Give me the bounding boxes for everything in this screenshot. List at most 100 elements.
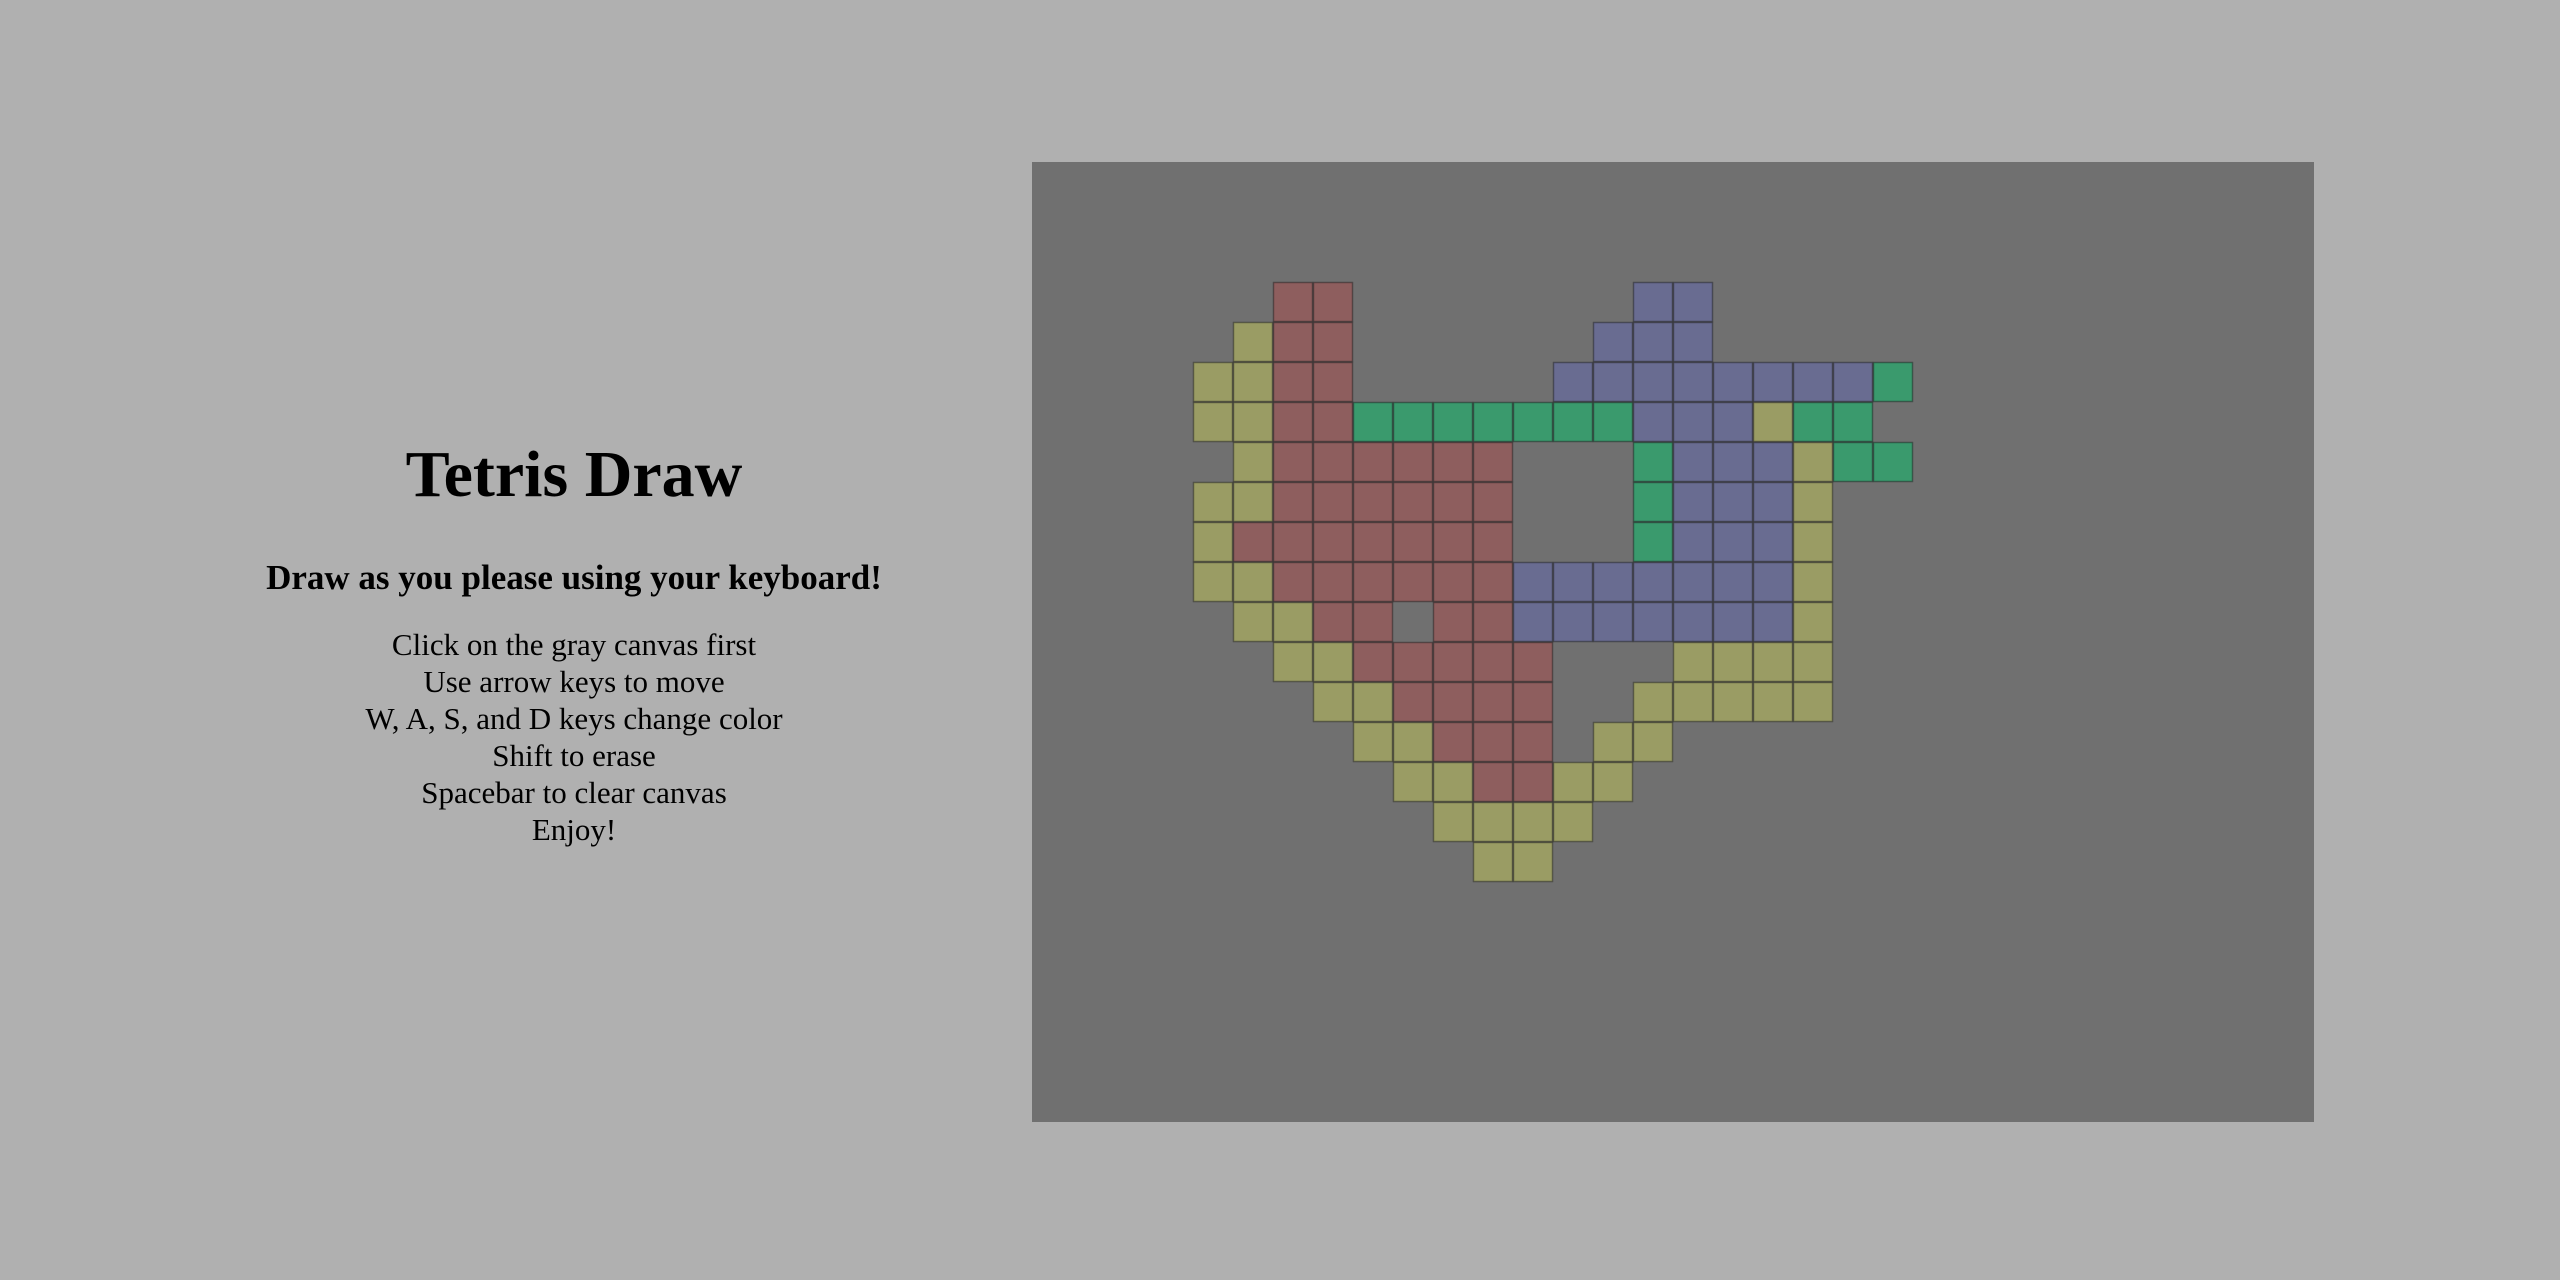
blue-cell — [1752, 481, 1794, 523]
olive-cell — [1752, 641, 1794, 683]
olive-cell — [1352, 721, 1394, 763]
olive-cell — [1632, 721, 1674, 763]
instruction-list: Click on the gray canvas first Use arrow… — [174, 626, 974, 848]
red-cell — [1312, 441, 1354, 483]
red-cell — [1352, 441, 1394, 483]
red-cell — [1272, 321, 1314, 363]
red-cell — [1352, 641, 1394, 683]
red-cell — [1432, 441, 1474, 483]
red-cell — [1272, 521, 1314, 563]
olive-cell — [1512, 801, 1554, 843]
olive-cell — [1552, 761, 1594, 803]
olive-cell — [1232, 441, 1274, 483]
red-cell — [1392, 681, 1434, 723]
green-cell — [1392, 401, 1434, 443]
olive-cell — [1792, 601, 1834, 643]
page-title: Tetris Draw — [405, 438, 743, 511]
red-cell — [1272, 441, 1314, 483]
blue-cell — [1632, 601, 1674, 643]
olive-cell — [1752, 401, 1794, 443]
red-cell — [1472, 601, 1514, 643]
instruction-line: Use arrow keys to move — [423, 664, 725, 699]
instruction-line: Click on the gray canvas first — [391, 627, 757, 662]
olive-cell — [1432, 761, 1474, 803]
olive-cell — [1792, 521, 1834, 563]
red-cell — [1472, 641, 1514, 683]
olive-cell — [1672, 681, 1714, 723]
olive-cell — [1192, 561, 1234, 603]
olive-cell — [1592, 721, 1634, 763]
olive-cell — [1192, 481, 1234, 523]
olive-cell — [1192, 361, 1234, 403]
red-cell — [1272, 481, 1314, 523]
red-cell — [1432, 601, 1474, 643]
green-cell — [1632, 441, 1674, 483]
red-cell — [1352, 481, 1394, 523]
blue-cell — [1592, 601, 1634, 643]
olive-cell — [1472, 801, 1514, 843]
blue-cell — [1512, 601, 1554, 643]
green-cell — [1352, 401, 1394, 443]
instruction-line: W, A, S, and D keys change color — [365, 701, 783, 736]
olive-cell — [1792, 681, 1834, 723]
blue-cell — [1752, 561, 1794, 603]
instruction-line: Enjoy! — [531, 812, 617, 847]
blue-cell — [1672, 601, 1714, 643]
blue-cell — [1672, 441, 1714, 483]
green-cell — [1512, 401, 1554, 443]
blue-cell — [1672, 561, 1714, 603]
blue-cell — [1712, 441, 1754, 483]
olive-cell — [1792, 641, 1834, 683]
red-cell — [1512, 761, 1554, 803]
red-cell — [1472, 441, 1514, 483]
blue-cell — [1672, 521, 1714, 563]
olive-cell — [1472, 841, 1514, 883]
blue-cell — [1552, 601, 1594, 643]
green-cell — [1792, 401, 1834, 443]
red-cell — [1472, 721, 1514, 763]
red-cell — [1272, 281, 1314, 323]
olive-cell — [1232, 561, 1274, 603]
blue-cell — [1712, 561, 1754, 603]
red-cell — [1432, 481, 1474, 523]
blue-cell — [1672, 481, 1714, 523]
olive-cell — [1312, 641, 1354, 683]
red-cell — [1512, 641, 1554, 683]
olive-cell — [1192, 401, 1234, 443]
red-cell — [1392, 481, 1434, 523]
red-cell — [1472, 681, 1514, 723]
page-subtitle: Draw as you please using your keyboard! — [266, 558, 882, 597]
red-cell — [1352, 561, 1394, 603]
green-cell — [1872, 441, 1914, 483]
blue-cell — [1632, 321, 1674, 363]
olive-cell — [1752, 681, 1794, 723]
olive-cell — [1312, 681, 1354, 723]
red-cell — [1392, 641, 1434, 683]
blue-cell — [1592, 321, 1634, 363]
blue-cell — [1592, 361, 1634, 403]
olive-cell — [1712, 681, 1754, 723]
red-cell — [1312, 401, 1354, 443]
olive-cell — [1512, 841, 1554, 883]
olive-cell — [1232, 601, 1274, 643]
red-cell — [1272, 401, 1314, 443]
blue-cell — [1672, 401, 1714, 443]
green-cell — [1632, 521, 1674, 563]
red-cell — [1472, 561, 1514, 603]
red-cell — [1432, 681, 1474, 723]
red-cell — [1272, 561, 1314, 603]
blue-cell — [1632, 561, 1674, 603]
red-cell — [1312, 481, 1354, 523]
blue-cell — [1672, 321, 1714, 363]
green-cell — [1872, 361, 1914, 403]
blue-cell — [1792, 361, 1834, 403]
olive-cell — [1392, 721, 1434, 763]
olive-cell — [1552, 801, 1594, 843]
olive-cell — [1672, 641, 1714, 683]
green-cell — [1432, 401, 1474, 443]
olive-cell — [1632, 681, 1674, 723]
olive-cell — [1192, 521, 1234, 563]
blue-cell — [1712, 481, 1754, 523]
green-cell — [1552, 401, 1594, 443]
drawing-canvas[interactable] — [1032, 162, 2314, 1122]
